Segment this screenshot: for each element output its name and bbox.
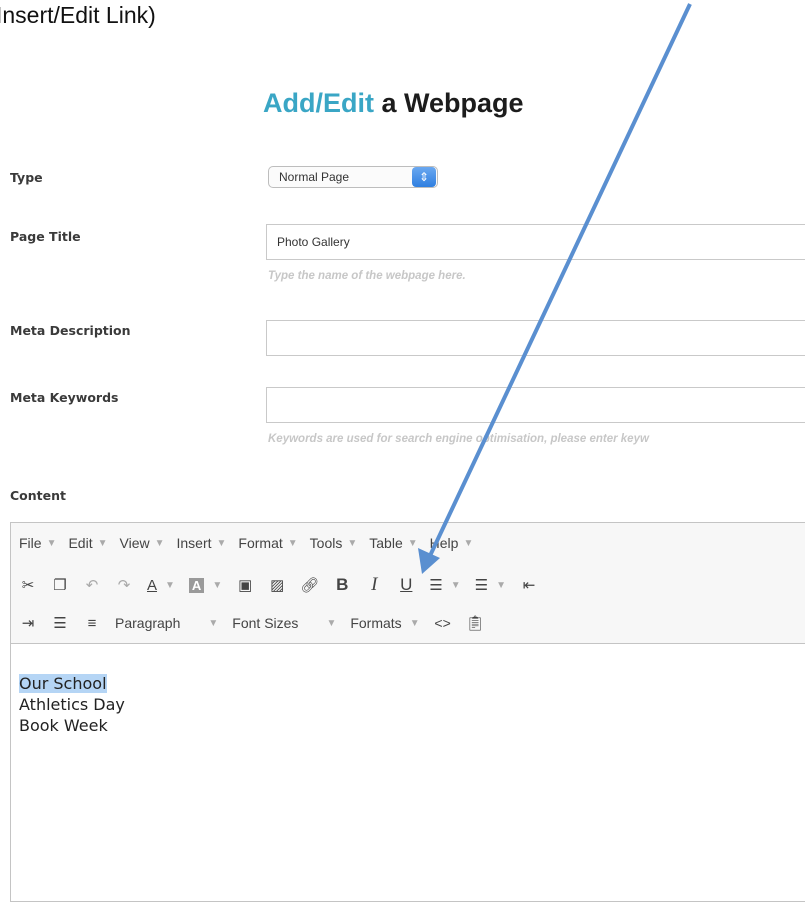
menu-file-label: File [19,535,42,551]
bullet-list-button[interactable]: ☰ ▼ [429,576,460,594]
type-select-value: Normal Page [279,170,350,184]
menu-table[interactable]: Table ▼ [369,535,417,551]
undo-icon[interactable]: ↶ [83,576,101,594]
redo-icon[interactable]: ↷ [115,576,133,594]
caret-icon: ▼ [208,617,219,629]
bullet-list-icon: ☰ [429,577,443,594]
content-line: Athletics Day [19,695,125,714]
page-title-hint: Type the name of the webpage here. [268,270,466,282]
outdent-icon[interactable]: ⇤ [520,576,538,594]
caret-icon: ▼ [46,537,57,549]
editor-toolbar: ✂ ❐ ↶ ↷ A ▼ A ▼ ▣ ▨ 🔗︎ B I U ☰ ▼ ☰ ▼ ⇤ ⇥ ☰ ≡… [11,563,805,644]
indent-icon[interactable]: ⇥ [19,614,37,632]
menu-insert-label: Insert [176,535,212,551]
instruction-caption: Insert/Edit Link) [0,2,156,28]
meta-description-label: Meta Description [10,323,131,338]
caret-icon: ▼ [463,537,474,549]
menu-edit[interactable]: Edit ▼ [68,535,107,551]
paragraph-dropdown[interactable]: Paragraph ▼ [115,615,218,631]
paragraph-label: Paragraph [115,615,181,631]
menu-help[interactable]: Help ▼ [430,535,474,551]
menu-view[interactable]: View ▼ [120,535,165,551]
content-line-selected: Our School [19,674,107,693]
caret-icon: ▼ [326,617,337,629]
content-label: Content [10,488,66,503]
font-sizes-label: Font Sizes [232,615,299,631]
page-title-rest: a Webpage [373,88,524,118]
menu-format[interactable]: Format ▼ [238,535,297,551]
caret-icon: ▼ [496,579,506,591]
toolbar-row-2: ⇥ ☰ ≡ Paragraph ▼ Font Sizes ▼ Formats ▼ <>… [19,607,485,639]
caret-icon: ▼ [407,537,418,549]
caret-icon: ▼ [450,579,461,591]
italic-icon[interactable]: I [365,574,383,596]
menu-file[interactable]: File ▼ [19,535,56,551]
align-center-icon[interactable]: ≡ [83,615,101,632]
menu-tools-label: Tools [309,535,343,551]
meta-description-input[interactable] [266,320,805,356]
menu-insert[interactable]: Insert ▼ [177,535,227,551]
meta-keywords-input[interactable] [266,387,805,423]
caret-icon: ▼ [216,537,227,549]
image-icon[interactable]: ▨ [268,576,286,594]
paste-icon[interactable]: 📋︎ [466,614,485,632]
select-arrows-icon: ⇕ [412,167,436,187]
menu-tools[interactable]: Tools ▼ [310,535,358,551]
meta-keywords-hint: Keywords are used for search engine opti… [268,433,649,445]
font-sizes-dropdown[interactable]: Font Sizes ▼ [232,615,336,631]
numbered-list-icon: ☰ [474,577,489,594]
menu-format-label: Format [238,535,283,551]
page-title-input[interactable]: Photo Gallery [266,224,805,260]
page-title-input-value: Photo Gallery [277,235,350,249]
caret-icon: ▼ [97,537,108,549]
background-color-icon: A [188,577,205,593]
underline-icon[interactable]: U [397,575,415,595]
menu-help-label: Help [429,535,459,551]
page-title-label: Page Title [10,229,81,244]
page-title-accent: Add/Edit [263,88,374,118]
editor-content[interactable]: Our School Athletics Day Book Week [19,673,125,736]
toolbar-row-1: ✂ ❐ ↶ ↷ A ▼ A ▼ ▣ ▨ 🔗︎ B I U ☰ ▼ ☰ ▼ ⇤ [19,569,538,601]
numbered-list-button[interactable]: ☰ ▼ [475,576,506,594]
formats-label: Formats [350,615,402,631]
caret-icon: ▼ [287,537,298,549]
content-line: Book Week [19,716,108,735]
menu-view-label: View [119,535,150,551]
meta-keywords-label: Meta Keywords [10,390,119,405]
type-label: Type [10,170,43,185]
content-line: Our School [19,673,125,694]
menu-table-label: Table [369,535,403,551]
caret-icon: ▼ [347,537,358,549]
align-left-icon[interactable]: ☰ [51,614,69,632]
background-color-button[interactable]: A ▼ [188,577,223,593]
caret-icon: ▼ [212,579,223,591]
caret-icon: ▼ [165,579,175,591]
copy-icon[interactable]: ❐ [51,576,69,594]
editor-menubar: File ▼ Edit ▼ View ▼ Insert ▼ Format ▼ Tools ▼… [11,523,805,563]
caret-icon: ▼ [154,537,165,549]
link-icon[interactable]: 🔗︎ [300,576,319,594]
page-title: Add/Edit a Webpage [263,88,524,119]
bold-icon[interactable]: B [333,575,351,595]
text-color-icon: A [147,576,158,594]
cut-icon[interactable]: ✂ [19,576,37,594]
formats-dropdown[interactable]: Formats ▼ [350,615,419,631]
rich-text-editor: File ▼ Edit ▼ View ▼ Insert ▼ Format ▼ Tools ▼… [10,522,805,902]
type-select[interactable]: Normal Page ⇕ [268,166,438,188]
media-icon[interactable]: ▣ [236,576,254,594]
text-color-button[interactable]: A ▼ [147,577,175,594]
source-code-button[interactable]: <> [434,615,452,631]
menu-edit-label: Edit [68,535,93,551]
caret-icon: ▼ [409,617,420,629]
